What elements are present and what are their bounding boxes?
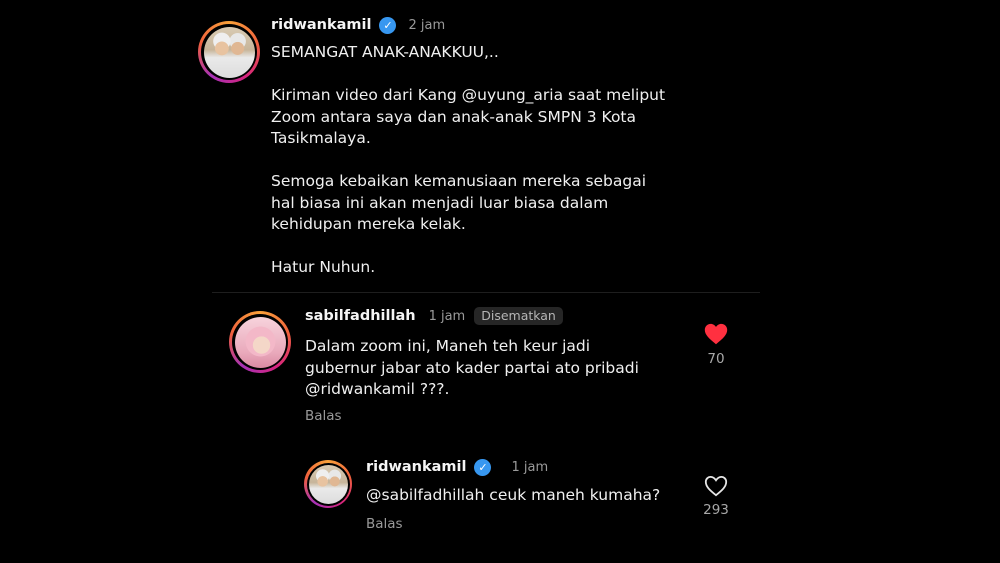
post-author-avatar[interactable] — [198, 21, 260, 83]
reply-header: ridwankamil ✓ 1 jam — [366, 456, 548, 478]
comment-like-button[interactable] — [701, 320, 731, 348]
avatar-image — [308, 464, 348, 504]
avatar-image — [203, 26, 255, 78]
verified-badge-icon: ✓ — [379, 16, 397, 34]
comment-author-avatar[interactable] — [229, 311, 291, 373]
comment-like-count: 70 — [707, 351, 725, 367]
post-header: ridwankamil ✓ 2 jam — [271, 14, 445, 36]
avatar-image — [234, 316, 286, 368]
comment-author-username[interactable]: sabilfadhillah — [305, 308, 416, 324]
comment-header: sabilfadhillah 1 jam Disematkan — [305, 305, 563, 327]
pinned-badge: Disematkan — [474, 307, 563, 325]
post-author-username[interactable]: ridwankamil — [271, 17, 371, 33]
heart-filled-icon — [704, 323, 728, 345]
comment-reply-button[interactable]: Balas — [305, 408, 342, 424]
reply-author-avatar[interactable] — [304, 460, 352, 508]
reply-reply-button[interactable]: Balas — [366, 516, 403, 532]
reply-author-username[interactable]: ridwankamil — [366, 459, 466, 475]
reply-like-button[interactable] — [701, 472, 731, 500]
comment-text: Dalam zoom ini, Maneh teh keur jadi gube… — [305, 337, 639, 398]
post-caption: SEMANGAT ANAK-ANAKKUU,.. Kiriman video d… — [271, 43, 666, 276]
reply-timestamp: 1 jam — [511, 459, 549, 475]
post-timestamp: 2 jam — [408, 17, 446, 33]
verified-badge-icon: ✓ — [474, 458, 492, 476]
divider — [212, 292, 760, 293]
comment-timestamp: 1 jam — [428, 308, 466, 324]
heart-outline-icon — [704, 475, 728, 497]
reply-like-count: 293 — [703, 502, 729, 518]
reply-text: @sabilfadhillah ceuk maneh kumaha? — [366, 486, 661, 504]
